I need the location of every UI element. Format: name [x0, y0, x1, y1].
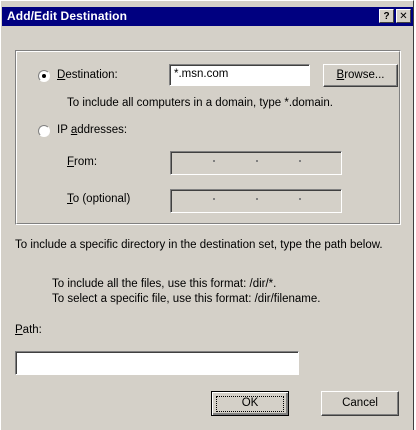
- destination-input[interactable]: *.msn.com: [169, 64, 310, 86]
- close-button[interactable]: ✕: [396, 9, 411, 23]
- ip-addresses-radio[interactable]: [38, 125, 50, 137]
- ip-separator: [256, 160, 258, 162]
- add-edit-destination-dialog: Add/Edit Destination ? ✕ Destination: *.…: [0, 0, 414, 430]
- radio-selected-dot: [42, 74, 46, 78]
- help-button[interactable]: ?: [379, 9, 394, 23]
- ip-separator: [299, 198, 301, 200]
- title-bar[interactable]: Add/Edit Destination ? ✕: [2, 7, 413, 26]
- hint-all-files: To include all the files, use this forma…: [52, 278, 277, 290]
- cancel-button-label: Cancel: [342, 397, 378, 409]
- from-label: From:: [67, 156, 98, 168]
- cancel-button[interactable]: Cancel: [321, 391, 399, 416]
- destination-input-value: *.msn.com: [174, 68, 229, 80]
- destination-radio[interactable]: [38, 70, 50, 82]
- hint-specific-file: To select a specific file, use this form…: [52, 293, 321, 305]
- dialog-title: Add/Edit Destination: [7, 9, 127, 23]
- ip-separator: [213, 160, 215, 162]
- domain-hint: To include all computers in a domain, ty…: [67, 97, 333, 109]
- path-label: Path:: [15, 324, 42, 336]
- focus-indicator: [216, 396, 284, 412]
- ip-separator: [256, 198, 258, 200]
- ip-addresses-label[interactable]: IP addresses:: [57, 124, 127, 136]
- path-instruction: To include a specific directory in the d…: [15, 239, 383, 251]
- to-ip-field: [170, 189, 342, 213]
- path-input[interactable]: [15, 351, 299, 375]
- ip-separator: [299, 160, 301, 162]
- destination-label[interactable]: Destination:: [57, 69, 118, 81]
- browse-button[interactable]: Browse...: [323, 64, 398, 87]
- ok-button[interactable]: OK: [211, 391, 289, 416]
- ip-separator: [213, 198, 215, 200]
- from-ip-field: [170, 151, 342, 175]
- to-label: To (optional): [67, 193, 131, 205]
